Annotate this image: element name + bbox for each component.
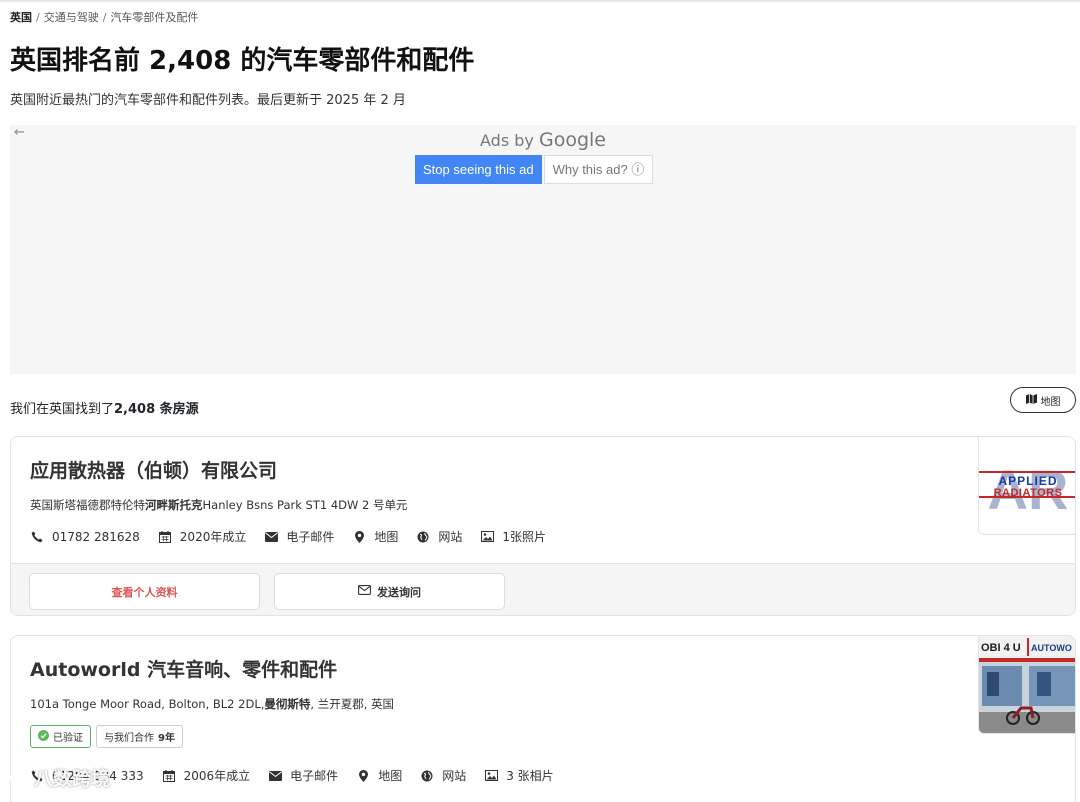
envelope-icon (264, 530, 278, 544)
website-item[interactable]: 网站 (416, 528, 462, 545)
breadcrumb-separator: / (36, 11, 40, 24)
address-text: , 兰开夏郡, 英国 (310, 697, 395, 711)
why-this-ad-button[interactable]: Why this ad? ⓘ (543, 155, 654, 184)
photos-label: 3 张相片 (506, 769, 554, 783)
map-icon (1025, 393, 1037, 407)
shop-sign-left: OBI 4 U (981, 642, 1021, 654)
logo-line-2: RADIATORS (994, 487, 1063, 499)
breadcrumb-current: 汽车零部件及配件 (110, 11, 199, 24)
send-inquiry-button[interactable]: 发送询问 (274, 573, 505, 610)
partner-badge: 与我们合作 9年 (96, 725, 183, 748)
verified-badge: 已验证 (30, 725, 91, 748)
verified-label: 已验证 (53, 733, 83, 744)
results-number: 2,408 条房源 (114, 402, 199, 417)
envelope-icon (268, 769, 282, 783)
listing-address: 英国斯塔福德郡特伦特河畔斯托克Hanley Bsns Park ST1 4DW … (30, 497, 408, 513)
founded-text: 2006年成立 (183, 769, 251, 783)
results-prefix: 我们在英国找到了 (10, 402, 115, 417)
breadcrumb-separator: / (102, 11, 107, 24)
map-item[interactable]: 地图 (356, 767, 402, 784)
email-item[interactable]: 电子邮件 (268, 767, 338, 784)
listing-name[interactable]: 应用散热器（伯顿）有限公司 (30, 456, 277, 483)
top-divider (0, 0, 1080, 2)
ad-banner: ← Ads by Google Stop seeing this ad Why … (10, 125, 1076, 374)
globe-icon (420, 769, 434, 783)
founded-item: 2006年成立 (162, 767, 251, 784)
email-label: 电子邮件 (286, 530, 335, 544)
check-circle-icon (38, 729, 49, 744)
map-label: 地图 (374, 530, 399, 544)
phone-number: 01782 281628 (52, 529, 140, 544)
map-button[interactable]: 地图 (1010, 387, 1076, 413)
globe-icon (416, 530, 430, 544)
shop-sign-right: AUTOWO (1031, 643, 1072, 653)
founded-item: 2020年成立 (158, 528, 247, 545)
map-marker-icon (352, 530, 366, 544)
partner-label: 与我们合作 (104, 733, 154, 744)
map-button-label: 地图 (1040, 396, 1061, 408)
calendar-icon (158, 530, 172, 544)
ads-by-label: Ads by (480, 131, 534, 150)
ads-by-google: Ads by Google (10, 129, 1076, 151)
listing-badges: 已验证 与我们合作 9年 (30, 725, 183, 748)
email-label: 电子邮件 (290, 769, 339, 783)
phone-item[interactable]: 01782 281628 (30, 530, 140, 544)
listing-photo[interactable]: OBI 4 U AUTOWO (978, 636, 1075, 734)
logo-line-1: APPLIED (998, 474, 1057, 488)
listing-card: Autoworld 汽车音响、零件和配件 101a Tonge Moor Roa… (10, 635, 1076, 802)
map-label: 地图 (378, 769, 403, 783)
listing-address: 101a Tonge Moor Road, Bolton, BL2 2DL,曼彻… (30, 696, 394, 712)
calendar-icon (162, 769, 176, 783)
address-text: Hanley Bsns Park ST1 4DW 2 号单元 (202, 498, 408, 512)
image-icon (480, 530, 494, 544)
image-icon (484, 769, 498, 783)
breadcrumb-transport[interactable]: 交通与驾驶 (44, 11, 99, 24)
send-inquiry-label: 发送询问 (377, 585, 421, 599)
map-item[interactable]: 地图 (352, 528, 398, 545)
envelope-outline-icon (358, 585, 371, 598)
breadcrumb: 英国 / 交通与驾驶 / 汽车零部件及配件 (10, 9, 198, 25)
results-count: 我们在英国找到了2,408 条房源 (10, 398, 199, 417)
breadcrumb-home[interactable]: 英国 (10, 11, 32, 24)
watermark-text: 八数跨境 (34, 768, 111, 790)
watermark: 八数跨境 (8, 764, 110, 791)
phone-icon (30, 530, 44, 544)
view-profile-button[interactable]: 查看个人资料 (29, 573, 260, 610)
photos-item[interactable]: 3 张相片 (484, 767, 554, 784)
stop-seeing-ad-button[interactable]: Stop seeing this ad (415, 155, 542, 184)
listing-name[interactable]: Autoworld 汽车音响、零件和配件 (30, 655, 337, 682)
listing-meta: 01782 281628 2020年成立 电子邮件 地图 网站 1张照片 (30, 528, 564, 545)
address-text: 101a Tonge Moor Road, Bolton, BL2 2DL, (30, 697, 265, 711)
website-item[interactable]: 网站 (420, 767, 466, 784)
address-city: 曼彻斯特 (264, 697, 311, 711)
photos-label: 1张照片 (502, 530, 547, 544)
listing-logo[interactable]: AR APPLIED RADIATORS (978, 437, 1075, 535)
listing-card: 应用散热器（伯顿）有限公司 英国斯塔福德郡特伦特河畔斯托克Hanley Bsns… (10, 436, 1076, 616)
photos-item[interactable]: 1张照片 (480, 528, 546, 545)
address-text: 英国斯塔福德郡特伦特 (30, 498, 145, 512)
map-marker-icon (356, 769, 370, 783)
founded-text: 2020年成立 (179, 530, 247, 544)
page-title: 英国排名前 2,408 的汽车零部件和配件 (10, 46, 475, 76)
google-logo: Google (538, 129, 606, 151)
watermark-logo-icon (8, 765, 30, 790)
website-label: 网站 (438, 530, 463, 544)
page-subtitle: 英国附近最热门的汽车零部件和配件列表。最后更新于 2025 年 2 月 (10, 93, 406, 108)
email-item[interactable]: 电子邮件 (264, 528, 334, 545)
listing-footer: 查看个人资料 发送询问 (11, 563, 1075, 615)
address-city: 河畔斯托克 (145, 498, 203, 512)
website-label: 网站 (442, 769, 467, 783)
partner-years: 9年 (158, 733, 175, 744)
listing-meta: 01204 534 333 2006年成立 电子邮件 地图 网站 3 张相片 (30, 767, 572, 784)
view-profile-label: 查看个人资料 (111, 585, 178, 599)
